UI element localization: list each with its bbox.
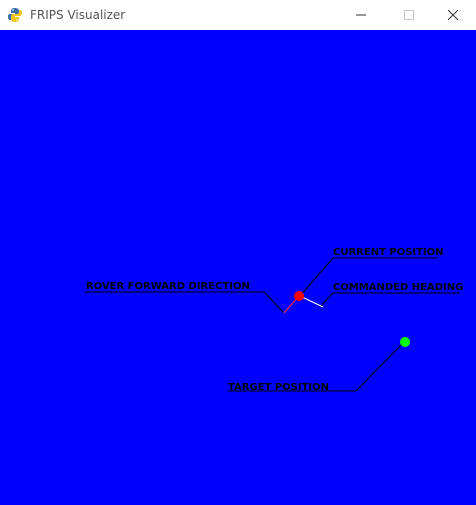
target-marker [400, 337, 410, 347]
commanded-heading-label: COMMANDED HEADING [333, 282, 463, 293]
app-window: FRIPS Visualizer CURRENT POSITION COMMAN… [0, 0, 476, 505]
maximize-icon [404, 10, 414, 20]
rover-forward-direction-leader [85, 291, 284, 313]
close-button[interactable] [430, 0, 476, 30]
visualizer-drawing: CURRENT POSITION COMMANDED HEADING ROVER… [85, 247, 463, 393]
python-icon [8, 8, 22, 22]
minimize-icon [356, 14, 366, 16]
maximize-button[interactable] [386, 0, 432, 30]
close-icon [448, 10, 458, 20]
visualizer-canvas[interactable]: CURRENT POSITION COMMANDED HEADING ROVER… [0, 30, 476, 505]
commanded-heading-leader [319, 292, 460, 308]
rover-marker [294, 291, 304, 301]
minimize-button[interactable] [338, 0, 384, 30]
current-position-label: CURRENT POSITION [333, 247, 444, 258]
window-title: FRIPS Visualizer [30, 8, 126, 22]
title-bar[interactable]: FRIPS Visualizer [0, 0, 476, 30]
rover-forward-direction-label: ROVER FORWARD DIRECTION [86, 281, 250, 292]
target-position-label: TARGET POSITION [228, 382, 329, 393]
